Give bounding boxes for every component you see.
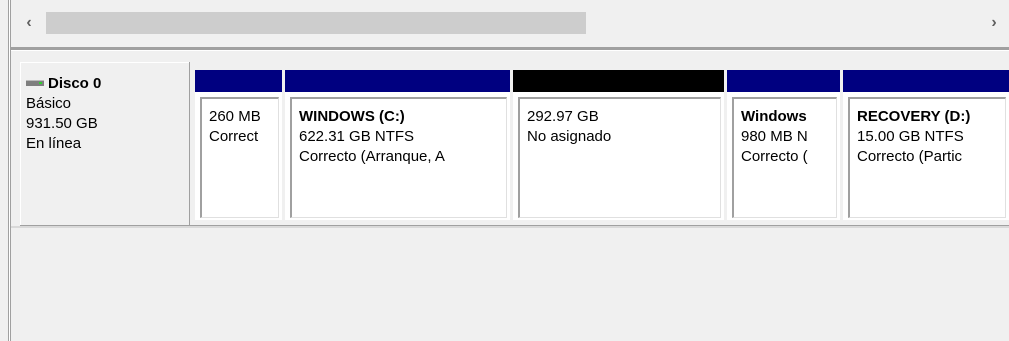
partition-color-bar bbox=[727, 70, 840, 92]
partition-size: 15.00 GB NTFS bbox=[857, 128, 964, 145]
partition-color-bar bbox=[513, 70, 724, 92]
partition-efi[interactable]: 260 MB Correct bbox=[195, 70, 282, 220]
scrollbar-thumb[interactable] bbox=[46, 12, 586, 34]
partition-title: WINDOWS (C:) bbox=[299, 108, 405, 125]
partition-status: Correcto (Partic bbox=[857, 148, 963, 165]
partition-size: 980 MB N bbox=[741, 128, 808, 145]
partition-status: Correcto ( bbox=[741, 148, 808, 165]
disk-size: 931.50 GB bbox=[26, 115, 98, 132]
empty-disk-area bbox=[11, 228, 1009, 341]
partition-status: No asignado bbox=[527, 128, 612, 145]
partition-size: 622.31 GB NTFS bbox=[299, 128, 415, 145]
partition-strip: 260 MB Correct WINDOWS (C:) 622.31 GB NT… bbox=[195, 70, 1009, 220]
disk-management-graphical-view: ‹ › Disco 0 Básico 931.50 GB En línea 26… bbox=[0, 0, 1009, 341]
partition-title: Windows bbox=[741, 108, 807, 125]
partition-windows-re[interactable]: Windows 980 MB N Correcto ( bbox=[727, 70, 840, 220]
partition-windows-c[interactable]: WINDOWS (C:) 622.31 GB NTFS Correcto (Ar… bbox=[285, 70, 510, 220]
partition-size: 292.97 GB bbox=[527, 108, 599, 125]
pane-separator bbox=[11, 47, 1009, 51]
partition-color-bar bbox=[285, 70, 510, 92]
partition-status: Correcto (Arranque, A bbox=[299, 148, 445, 165]
partition-title: RECOVERY (D:) bbox=[857, 108, 971, 125]
hard-disk-icon bbox=[26, 80, 44, 86]
partition-info: 292.97 GB No asignado bbox=[518, 97, 721, 218]
partition-color-bar bbox=[843, 70, 1009, 92]
scroll-left-arrow-icon[interactable]: ‹ bbox=[14, 8, 44, 38]
partition-info: 260 MB Correct bbox=[200, 97, 279, 218]
partition-info: WINDOWS (C:) 622.31 GB NTFS Correcto (Ar… bbox=[290, 97, 507, 218]
partition-unallocated[interactable]: 292.97 GB No asignado bbox=[513, 70, 724, 220]
partition-size: 260 MB bbox=[209, 108, 261, 125]
partition-recovery-d[interactable]: RECOVERY (D:) 15.00 GB NTFS Correcto (Pa… bbox=[843, 70, 1009, 220]
partition-info: Windows 980 MB N Correcto ( bbox=[732, 97, 837, 218]
partition-info: RECOVERY (D:) 15.00 GB NTFS Correcto (Pa… bbox=[848, 97, 1006, 218]
disk-status: En línea bbox=[26, 135, 82, 152]
disk-0-label[interactable]: Disco 0 Básico 931.50 GB En línea bbox=[20, 62, 190, 226]
horizontal-scrollbar[interactable]: ‹ › bbox=[14, 8, 1009, 38]
scroll-right-arrow-icon[interactable]: › bbox=[979, 8, 1009, 38]
disk-type: Básico bbox=[26, 95, 72, 112]
partition-status: Correct bbox=[209, 128, 259, 145]
partition-color-bar bbox=[195, 70, 282, 92]
disk-name: Disco 0 bbox=[48, 75, 102, 92]
disk-name-row: Disco 0 bbox=[26, 74, 189, 94]
